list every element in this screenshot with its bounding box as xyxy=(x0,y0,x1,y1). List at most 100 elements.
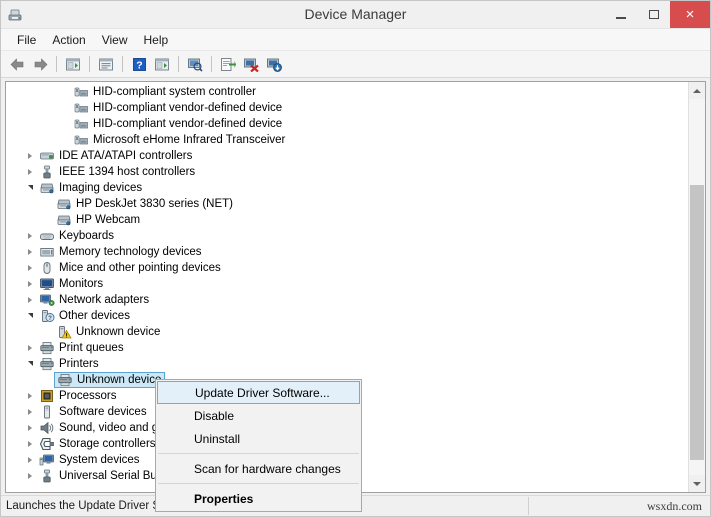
scroll-down-button[interactable] xyxy=(689,475,705,492)
tree-row[interactable]: Keyboards xyxy=(6,228,688,244)
tree-row[interactable]: Imaging devices xyxy=(6,180,688,196)
expand-collapse-chevron-icon[interactable] xyxy=(22,468,38,484)
usb-port-icon xyxy=(38,164,55,180)
context-menu-item[interactable]: Scan for hardware changes xyxy=(156,457,361,480)
menu-view[interactable]: View xyxy=(94,31,136,49)
other-device-icon: ? xyxy=(38,308,55,324)
tree-row[interactable]: Printers xyxy=(6,356,688,372)
tree-row[interactable]: Microsoft eHome Infrared Transceiver xyxy=(6,132,688,148)
tree-row-content: Storage controllers xyxy=(38,436,156,452)
uninstall-button[interactable] xyxy=(240,53,262,75)
tree-row[interactable]: HID-compliant vendor-defined device xyxy=(6,116,688,132)
properties-window-icon xyxy=(99,58,113,70)
expand-collapse-chevron-icon[interactable] xyxy=(22,420,38,436)
tree-row-content: System devices xyxy=(38,452,140,468)
expand-collapse-chevron-icon[interactable] xyxy=(22,180,38,196)
twisty-spacer xyxy=(56,100,72,116)
toolbar-separator-5 xyxy=(211,56,212,72)
tree-row-content: Keyboards xyxy=(38,228,114,244)
context-menu-item[interactable]: Properties xyxy=(156,487,361,510)
context-menu-item[interactable]: Disable xyxy=(156,404,361,427)
tree-row[interactable]: Print queues xyxy=(6,340,688,356)
menu-help[interactable]: Help xyxy=(136,31,177,49)
tree-row-content: HP Webcam xyxy=(55,212,140,228)
menu-bar: File Action View Help xyxy=(1,29,710,51)
tree-row-content: Printers xyxy=(38,356,99,372)
context-menu-item[interactable]: Uninstall xyxy=(156,427,361,450)
title-bar: Device Manager × xyxy=(1,1,710,29)
minimize-button[interactable] xyxy=(604,1,637,28)
tree-row[interactable]: Mice and other pointing devices xyxy=(6,260,688,276)
tree-row[interactable]: Unknown device xyxy=(6,324,688,340)
tree-row-label: HP DeskJet 3830 series (NET) xyxy=(76,198,234,210)
tree-row-label: Microsoft eHome Infrared Transceiver xyxy=(93,134,286,146)
imaging-device-icon xyxy=(38,180,55,196)
close-icon: × xyxy=(685,6,695,23)
menu-file[interactable]: File xyxy=(9,31,44,49)
menu-action[interactable]: Action xyxy=(44,31,93,49)
tree-row[interactable]: HP DeskJet 3830 series (NET) xyxy=(6,196,688,212)
scrollbar-thumb[interactable] xyxy=(690,185,704,460)
sound-device-icon xyxy=(38,420,55,436)
expand-collapse-chevron-icon[interactable] xyxy=(22,260,38,276)
tree-row-content: Processors xyxy=(38,388,117,404)
context-menu-separator xyxy=(158,483,359,484)
expand-collapse-chevron-icon[interactable] xyxy=(22,356,38,372)
scroll-up-button[interactable] xyxy=(689,82,705,99)
back-button[interactable] xyxy=(6,53,28,75)
keyboard-icon xyxy=(38,228,55,244)
expand-collapse-chevron-icon[interactable] xyxy=(22,452,38,468)
context-menu-item[interactable]: Update Driver Software... xyxy=(157,381,360,404)
scan-for-hardware-changes-button[interactable] xyxy=(184,53,206,75)
network-adapter-icon xyxy=(38,292,55,308)
mouse-icon xyxy=(38,260,55,276)
expand-collapse-chevron-icon[interactable] xyxy=(22,276,38,292)
tree-row[interactable]: HP Webcam xyxy=(6,212,688,228)
tree-row-content: Mice and other pointing devices xyxy=(38,260,221,276)
update-driver-software-button[interactable] xyxy=(217,53,239,75)
show-hide-console-tree-button[interactable] xyxy=(62,53,84,75)
help-button[interactable]: ? xyxy=(128,53,150,75)
tree-row-label: HID-compliant vendor-defined device xyxy=(93,118,283,130)
tree-row[interactable]: ? Other devices xyxy=(6,308,688,324)
expand-collapse-chevron-icon[interactable] xyxy=(22,228,38,244)
forward-button[interactable] xyxy=(29,53,51,75)
tree-row[interactable]: HID-compliant system controller xyxy=(6,84,688,100)
action-pane-icon xyxy=(155,58,169,70)
tree-row[interactable]: IDE ATA/ATAPI controllers xyxy=(6,148,688,164)
expand-collapse-chevron-icon[interactable] xyxy=(22,244,38,260)
tree-row[interactable]: IEEE 1394 host controllers xyxy=(6,164,688,180)
expand-collapse-chevron-icon[interactable] xyxy=(22,292,38,308)
show-hide-action-pane-button[interactable] xyxy=(151,53,173,75)
toolbar-separator-4 xyxy=(178,56,179,72)
tree-row[interactable]: HID-compliant vendor-defined device xyxy=(6,100,688,116)
context-menu-separator xyxy=(158,453,359,454)
expand-collapse-chevron-icon[interactable] xyxy=(22,164,38,180)
tree-row[interactable]: Network adapters xyxy=(6,292,688,308)
disable-button[interactable] xyxy=(263,53,285,75)
expand-collapse-chevron-icon[interactable] xyxy=(22,388,38,404)
expand-collapse-chevron-icon[interactable] xyxy=(22,148,38,164)
tree-row-content: IDE ATA/ATAPI controllers xyxy=(38,148,192,164)
expand-collapse-chevron-icon[interactable] xyxy=(22,308,38,324)
tree-row[interactable]: Monitors xyxy=(6,276,688,292)
tree-row-content: Print queues xyxy=(38,340,124,356)
status-bar-divider xyxy=(528,497,529,515)
tree-row[interactable]: Memory technology devices xyxy=(6,244,688,260)
tree-row-content: Unknown device xyxy=(54,372,166,388)
tree-row-content: HID-compliant vendor-defined device xyxy=(72,100,282,116)
close-button[interactable]: × xyxy=(670,1,710,28)
expand-collapse-chevron-icon[interactable] xyxy=(22,340,38,356)
expand-collapse-chevron-icon[interactable] xyxy=(22,436,38,452)
maximize-button[interactable] xyxy=(637,1,670,28)
expand-collapse-chevron-icon[interactable] xyxy=(22,404,38,420)
left-arrow-icon xyxy=(10,57,23,71)
toolbar-separator-2 xyxy=(89,56,90,72)
vertical-scrollbar[interactable] xyxy=(688,82,705,492)
watermark-text: wsxdn.com xyxy=(647,498,702,513)
properties-button[interactable] xyxy=(95,53,117,75)
scroll-down-arrow-icon xyxy=(693,481,701,486)
tree-row-content: Unknown device xyxy=(55,324,160,340)
scrollbar-track[interactable] xyxy=(689,99,705,475)
system-device-icon xyxy=(38,452,55,468)
